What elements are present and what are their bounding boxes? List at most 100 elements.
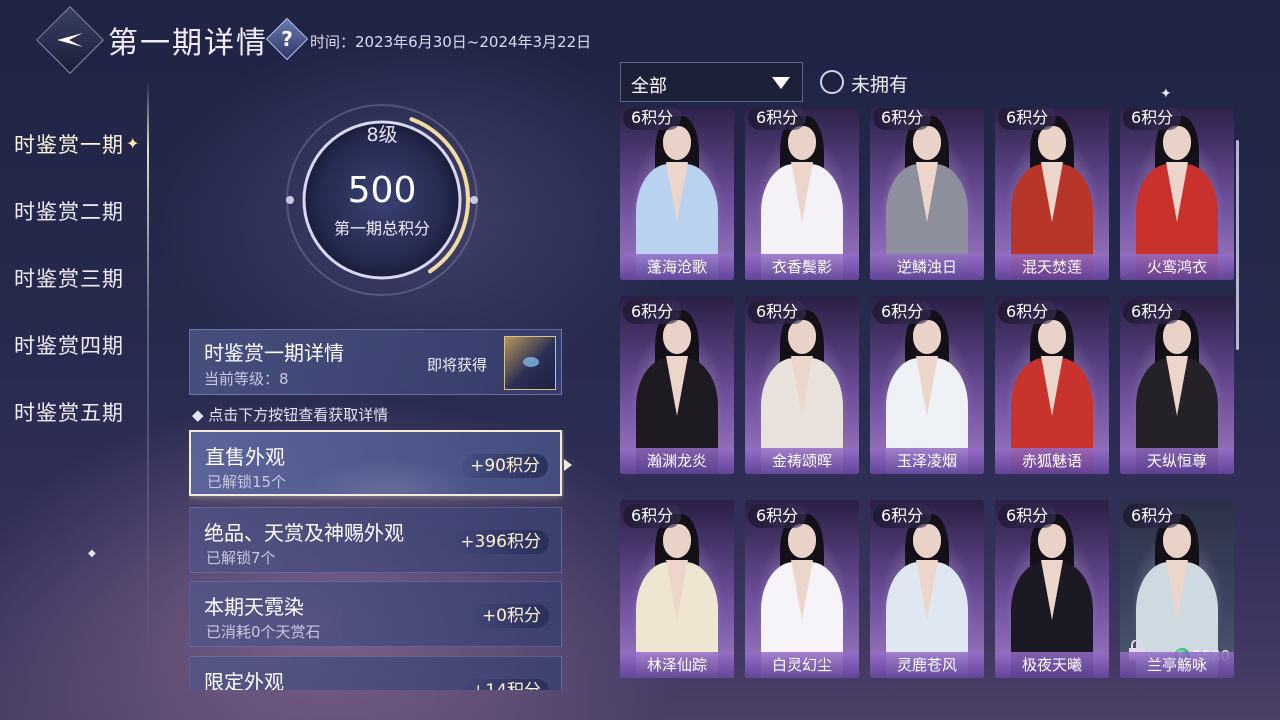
outfit-card[interactable]: 6积分混天焚莲 — [995, 108, 1109, 280]
outfit-figure-head — [1163, 126, 1191, 160]
nav-item-label: 时鉴赏二期 — [14, 199, 124, 224]
category-status: 已解锁7个 — [206, 549, 276, 567]
outfit-name: 火鸾鸿衣 — [1120, 254, 1234, 280]
points-badge: 6积分 — [623, 300, 682, 324]
outfit-name: 赤狐魅语 — [995, 448, 1109, 474]
sparkle-icon: ✦ — [1160, 86, 1172, 102]
points-badge: 6积分 — [998, 108, 1057, 130]
score-ring: 8级 500 第一期总积分 — [282, 100, 482, 300]
not-owned-toggle[interactable] — [820, 70, 844, 94]
back-arrow-icon — [57, 33, 83, 47]
time-range: 时间：2023年6月30日~2024年3月22日 — [310, 33, 592, 51]
nav-item-label: 时鉴赏一期 — [14, 132, 124, 157]
outfit-card[interactable]: 6积分金祷颂晖 — [745, 296, 859, 474]
outfit-name: 兰亭觞咏 — [1120, 652, 1234, 678]
outfit-name: 衣香鬓影 — [745, 254, 859, 280]
reward-thumbnail[interactable] — [504, 336, 556, 390]
outfit-name: 天纵恒尊 — [1120, 448, 1234, 474]
outfit-name: 灵鹿苍风 — [870, 652, 984, 678]
not-owned-label[interactable]: 未拥有 — [851, 70, 908, 97]
outfit-figure-head — [913, 524, 941, 558]
outfit-figure-head — [788, 320, 816, 354]
outfit-figure-head — [1163, 524, 1191, 558]
outfit-name: 林泽仙踪 — [620, 652, 734, 678]
category-points: +90积分 — [462, 454, 548, 478]
nav-item-period-4[interactable]: 时鉴赏四期 — [0, 311, 160, 378]
page-title: 第一期详情 — [108, 26, 268, 61]
nav-item-period-2[interactable]: 时鉴赏二期 — [0, 177, 160, 244]
category-status: 已消耗0个天赏石 — [206, 623, 321, 641]
nav-item-label: 时鉴赏四期 — [14, 333, 124, 358]
points-badge: 6积分 — [1123, 300, 1182, 324]
outfit-card[interactable]: 6积分瀚渊龙炎 — [620, 296, 734, 474]
points-badge: 6积分 — [1123, 504, 1182, 528]
outfit-figure-head — [1038, 524, 1066, 558]
category-direct-sale[interactable]: 直售外观 已解锁15个 +90积分 — [189, 430, 562, 496]
outfit-name: 金祷颂晖 — [745, 448, 859, 474]
active-arrow-icon — [564, 459, 572, 471]
outfit-figure-head — [663, 320, 691, 354]
category-status: 已解锁15个 — [207, 473, 287, 491]
question-icon: ? — [281, 27, 293, 51]
filter-dropdown[interactable]: 全部 — [620, 62, 803, 102]
points-badge: 6积分 — [998, 300, 1057, 324]
nav-item-period-1[interactable]: 时鉴赏一期 ✦ — [0, 110, 160, 177]
outfit-card[interactable]: 6积分蓬海沧歌 — [620, 108, 734, 280]
points-badge: 6积分 — [623, 504, 682, 528]
outfit-card[interactable]: 6积分白灵幻尘 — [745, 500, 859, 678]
outfit-card[interactable]: 6积分林泽仙踪 — [620, 500, 734, 678]
outfit-figure-head — [1038, 320, 1066, 354]
outfit-card[interactable]: 6积分 玉泽凌烟 — [870, 296, 984, 474]
nav-item-label: 时鉴赏五期 — [14, 400, 124, 425]
points-badge: 6积分 — [748, 300, 807, 324]
nav-item-period-5[interactable]: 时鉴赏五期 — [0, 378, 160, 445]
outfit-card[interactable]: 6积分2880兰亭觞咏 — [1120, 500, 1234, 678]
detail-title: 时鉴赏一期详情 — [204, 341, 344, 365]
outfit-figure-head — [788, 524, 816, 558]
sparkle-icon: ◆ — [88, 548, 96, 559]
points-badge: 6积分 — [873, 504, 932, 528]
nav-item-period-3[interactable]: 时鉴赏三期 — [0, 244, 160, 311]
nav-item-label: 时鉴赏三期 — [14, 266, 124, 291]
sparkle-icon: ✦ — [126, 134, 141, 153]
points-badge: 6积分 — [748, 108, 807, 130]
chevron-down-icon — [772, 77, 790, 89]
outfit-figure-head — [913, 126, 941, 160]
outfit-card[interactable]: 6积分赤狐魅语 — [995, 296, 1109, 474]
outfit-figure-head — [788, 126, 816, 160]
category-list: 直售外观 已解锁15个 +90积分 绝品、天赏及神赐外观 已解锁7个 +396积… — [189, 430, 564, 690]
outfit-figure-head — [663, 126, 691, 160]
outfit-card[interactable]: 6积分 极夜天曦 — [995, 500, 1109, 678]
period-detail-card[interactable]: 时鉴赏一期详情 当前等级：8 即将获得 — [189, 329, 562, 395]
points-badge: 6积分 — [748, 504, 807, 528]
outfit-name: 白灵幻尘 — [745, 652, 859, 678]
outfit-card[interactable]: 6积分 逆鳞浊日 — [870, 108, 984, 280]
outfit-name: 极夜天曦 — [995, 652, 1109, 678]
current-level: 当前等级：8 — [204, 370, 289, 388]
category-points: +396积分 — [452, 530, 549, 554]
outfit-name: 瀚渊龙炎 — [620, 448, 734, 474]
category-points: +0积分 — [473, 604, 549, 628]
category-points: +14积分 — [463, 679, 549, 690]
outfit-figure-head — [1163, 320, 1191, 354]
outfit-card[interactable]: 6积分灵鹿苍风 — [870, 500, 984, 678]
outfit-card[interactable]: 6积分天纵恒尊 — [1120, 296, 1234, 474]
total-score-label: 第一期总积分 — [333, 219, 430, 238]
outfit-card[interactable]: 6积分衣香鬓影 — [745, 108, 859, 280]
grid-scrollbar[interactable] — [1236, 140, 1239, 350]
back-button[interactable] — [36, 6, 104, 74]
points-badge: 6积分 — [1123, 108, 1182, 130]
category-name: 绝品、天赏及神赐外观 — [204, 521, 404, 545]
points-badge: 6积分 — [623, 108, 682, 130]
help-button[interactable]: ? — [265, 17, 309, 61]
outfit-name: 混天焚莲 — [995, 254, 1109, 280]
outfit-figure-head — [913, 320, 941, 354]
level-text: 8级 — [366, 124, 398, 146]
outfit-name: 蓬海沧歌 — [620, 254, 734, 280]
total-score: 500 — [347, 170, 417, 211]
category-premium[interactable]: 绝品、天赏及神赐外观 已解锁7个 +396积分 — [189, 507, 562, 573]
category-dye[interactable]: 本期天霓染 已消耗0个天赏石 +0积分 — [189, 581, 562, 647]
category-limited[interactable]: 限定外观 +14积分 — [189, 656, 562, 690]
category-name: 限定外观 — [204, 670, 284, 690]
outfit-card[interactable]: 6积分火鸾鸿衣 — [1120, 108, 1234, 280]
